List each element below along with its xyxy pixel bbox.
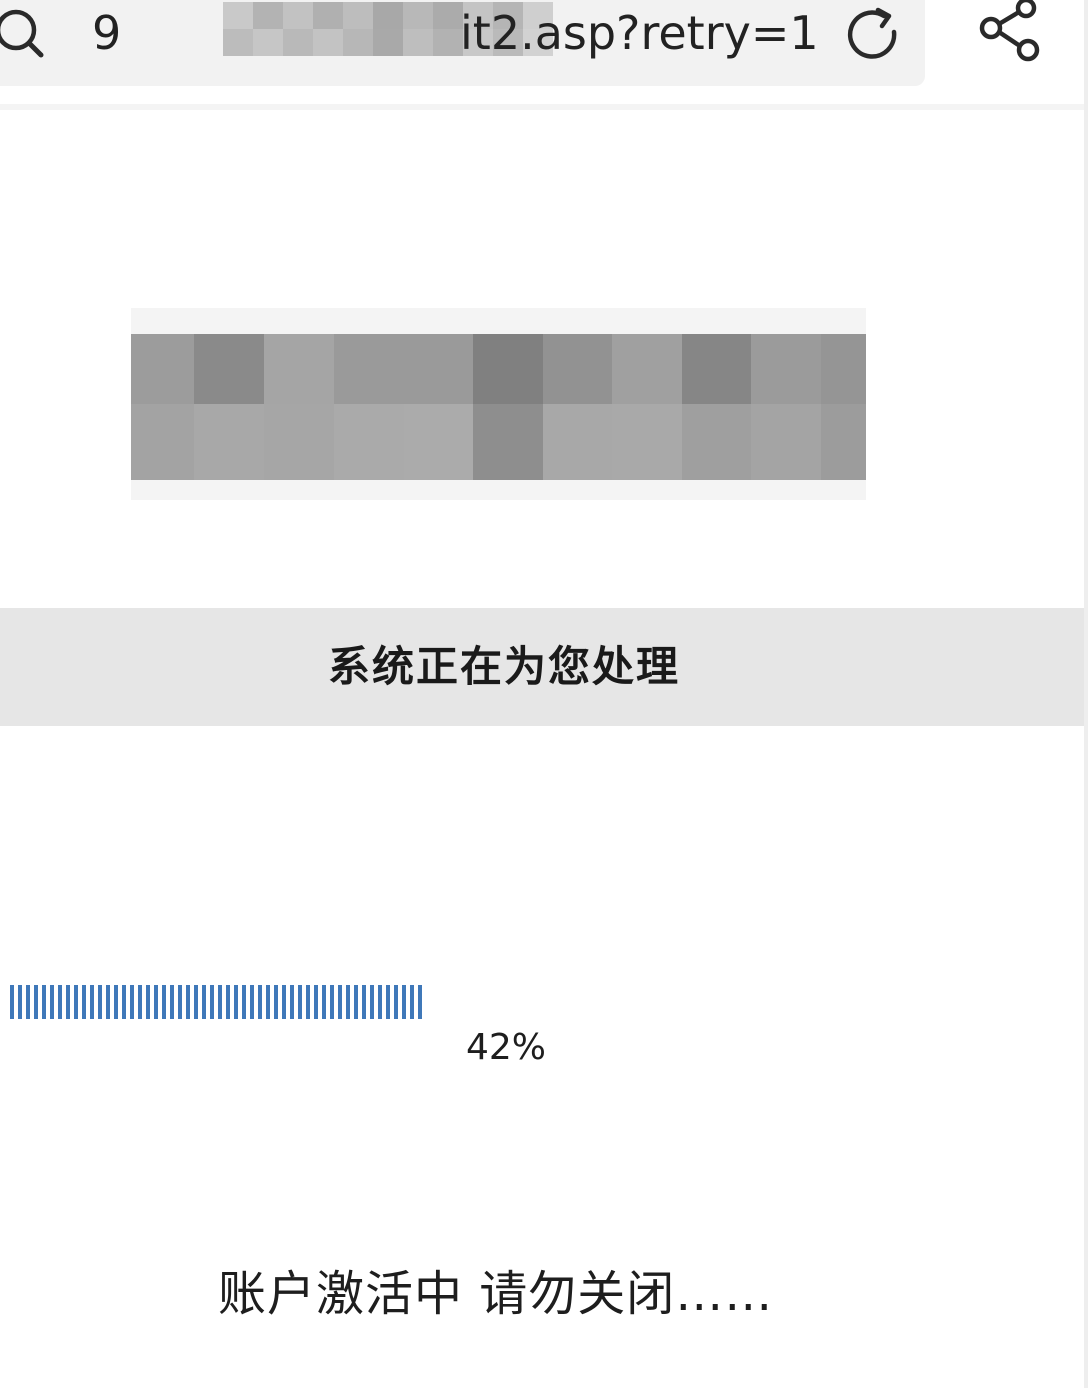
address-bar-divider (0, 104, 1088, 110)
redacted-content (131, 308, 866, 500)
redacted-pixel-grid (131, 334, 866, 480)
processing-banner: 系统正在为您处理 (0, 608, 1088, 726)
progress-bar-fill (10, 985, 426, 1019)
progress-bar (10, 985, 1000, 1019)
progress-percent: 42% (466, 1027, 547, 1068)
share-icon[interactable] (978, 0, 1044, 62)
address-bar[interactable]: 9 it2.asp?retry=1 (0, 0, 925, 86)
activation-message: 账户激活中 请勿关闭…… (218, 1266, 774, 1322)
reload-icon[interactable] (842, 4, 904, 66)
url-suffix: it2.asp?retry=1 (460, 6, 819, 60)
processing-message: 系统正在为您处理 (327, 642, 680, 691)
url-prefix: 9 (92, 6, 122, 60)
page-edge (1084, 0, 1088, 1388)
search-icon[interactable] (0, 4, 46, 60)
